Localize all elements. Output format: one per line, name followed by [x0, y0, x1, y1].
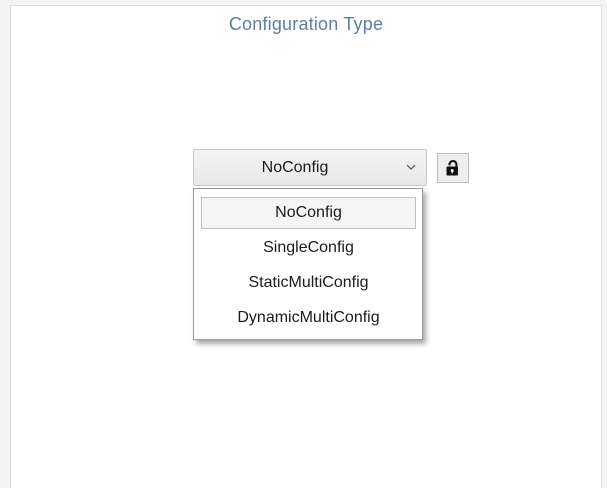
lock-toggle-button[interactable]: [437, 153, 469, 183]
unlocked-padlock-icon: [446, 160, 458, 176]
option-dynamicmulticonfig[interactable]: DynamicMultiConfig: [201, 302, 416, 334]
selected-configuration-value: NoConfig: [261, 159, 329, 176]
chevron-down-icon: [404, 150, 418, 185]
configuration-type-select[interactable]: NoConfig: [193, 149, 427, 186]
option-singleconfig[interactable]: SingleConfig: [201, 232, 416, 264]
configuration-panel: Configuration Type NoConfig NoConfig Sin…: [10, 5, 602, 488]
option-staticmulticonfig[interactable]: StaticMultiConfig: [201, 267, 416, 299]
option-noconfig[interactable]: NoConfig: [201, 197, 416, 229]
configuration-options-list: NoConfig SingleConfig StaticMultiConfig …: [193, 188, 423, 340]
page-title: Configuration Type: [228, 14, 384, 34]
